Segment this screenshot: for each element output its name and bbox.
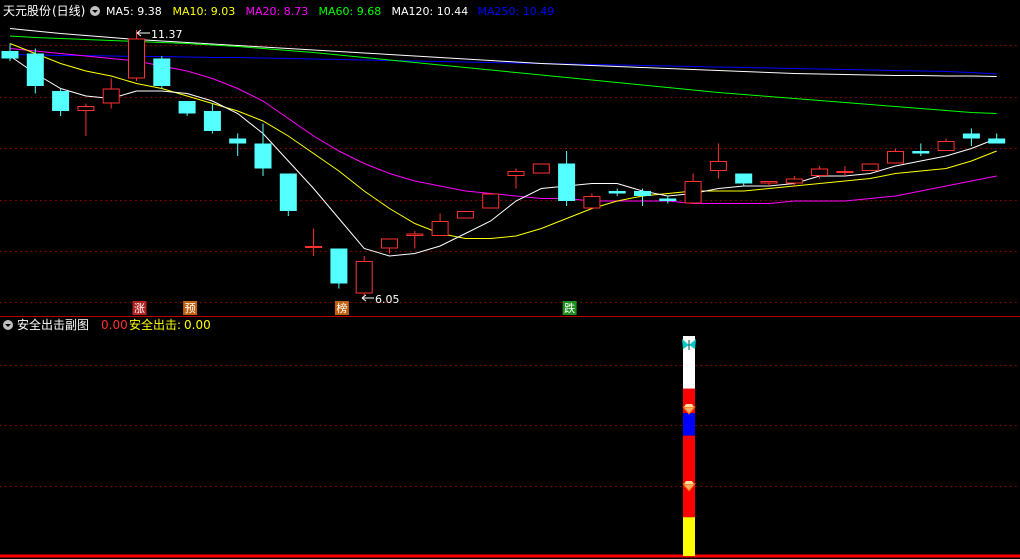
sub-panel-toggle-icon[interactable] (3, 320, 13, 330)
signal-segment (683, 488, 695, 518)
candle[interactable] (279, 173, 297, 217)
candle[interactable] (532, 163, 550, 174)
signal-segment (683, 435, 695, 489)
candle[interactable] (456, 211, 474, 219)
signal-segment (683, 517, 695, 556)
candle-body (558, 163, 576, 201)
signal-segment (683, 352, 695, 389)
signal-badge: 榜 (334, 301, 349, 315)
high-price-label: 11.37 (151, 28, 183, 41)
stock-title: 天元股份 (3, 4, 51, 18)
candle-body (178, 101, 196, 114)
signal-badge: 预 (183, 301, 198, 315)
candle-body (861, 163, 879, 171)
ma-legend-item: MA120: 10.44 (392, 5, 469, 18)
candle-body (254, 143, 272, 169)
badge-label: 涨 (134, 302, 145, 315)
candle-body (229, 138, 247, 144)
period-label: (日线) (52, 4, 85, 18)
badge-label: 榜 (336, 301, 347, 315)
candle-body (431, 221, 449, 236)
ma-legend-item: MA250: 10.49 (478, 5, 555, 18)
candle-body (988, 138, 1006, 144)
candle-body (887, 151, 904, 164)
candle-body (962, 133, 980, 139)
candle-body (406, 233, 424, 236)
candle-body (634, 191, 651, 196)
sub-panel-value2: 0.00 (184, 318, 211, 332)
ma-legend-item: MA60: 9.68 (319, 5, 382, 18)
candle[interactable] (330, 248, 348, 289)
candle-body (709, 161, 727, 171)
candle-body (26, 53, 44, 86)
candle-body (937, 141, 955, 151)
ma-legend-item: MA20: 8.73 (246, 5, 309, 18)
candle-body (153, 58, 171, 86)
candle-body (912, 151, 930, 154)
low-price-label: 6.05 (375, 293, 400, 306)
candle-body (102, 88, 120, 104)
collapse-toggle-icon[interactable] (90, 6, 100, 16)
ma-legend-item: MA10: 9.03 (173, 5, 236, 18)
signal-segment (683, 413, 695, 436)
candle-body (52, 91, 70, 111)
candle[interactable] (482, 193, 500, 209)
candle-body (1, 51, 19, 59)
badge-label: 跌 (564, 301, 575, 315)
candle[interactable] (153, 56, 171, 89)
candle[interactable] (355, 256, 373, 296)
candle-body (456, 211, 474, 219)
candle-body (128, 38, 145, 79)
candle-body (532, 163, 550, 174)
candle-body (684, 181, 702, 204)
candle-body (381, 238, 398, 249)
sub-panel-label2: 安全出击: (129, 317, 181, 332)
candle[interactable] (861, 163, 879, 172)
candle-body (760, 181, 778, 184)
candle-body (659, 198, 677, 201)
candle-body (305, 246, 323, 248)
signal-badge: 涨 (132, 301, 147, 315)
signal-column[interactable] (681, 336, 697, 556)
candle-body (355, 261, 373, 294)
candle-body (836, 171, 854, 173)
candle-body (330, 248, 348, 284)
candle-body (482, 193, 500, 209)
candle-body (203, 111, 221, 131)
ma-legend: MA5: 9.38 MA10: 9.03 MA20: 8.73 MA60: 9.68 M… (106, 5, 554, 18)
candle-body (811, 168, 829, 176)
sub-panel-title: 安全出击副图 (17, 317, 89, 332)
candle-body (279, 173, 297, 211)
chart-background (0, 0, 1020, 559)
sub-panel-value1: 0.00 (101, 318, 128, 332)
candle-body (583, 196, 601, 209)
stock-chart-window: 天元股份 (日线) MA5: 9.38 MA10: 9.03 MA20: 8.73 M… (0, 0, 1020, 559)
candle-body (735, 173, 753, 184)
candle-body (77, 106, 95, 111)
ma-legend-item: MA5: 9.38 (106, 5, 162, 18)
badge-label: 预 (185, 302, 196, 315)
candle-body (507, 171, 525, 176)
kline-chart[interactable]: 天元股份 (日线) MA5: 9.38 MA10: 9.03 MA20: 8.73 M… (0, 0, 1020, 559)
candle-body (608, 191, 626, 194)
signal-badge: 跌 (562, 301, 577, 315)
candle-body (785, 178, 803, 184)
